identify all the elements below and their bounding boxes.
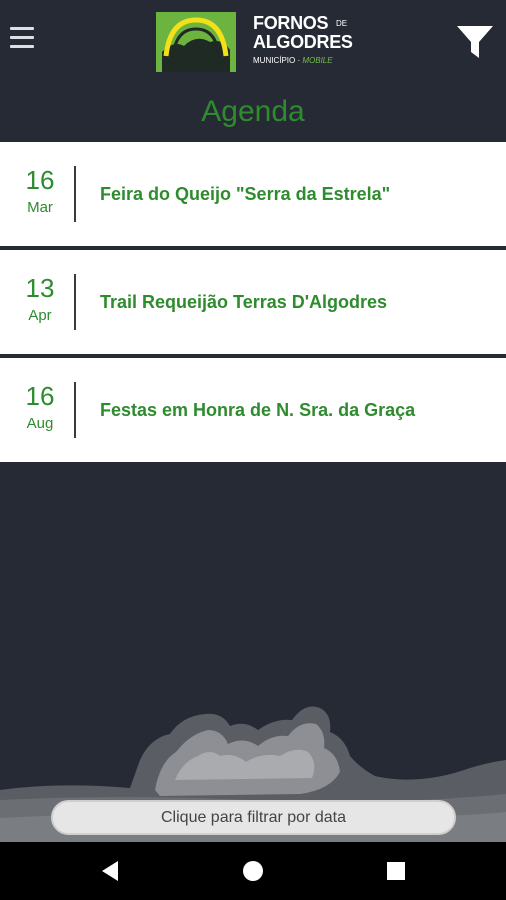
event-title: Trail Requeijão Terras D'Algodres <box>100 291 388 312</box>
android-nav-bar <box>0 842 506 900</box>
logo-text-algodres: ALGODRES <box>253 32 353 52</box>
back-button[interactable] <box>96 856 126 886</box>
recents-button[interactable] <box>381 856 411 886</box>
event-day: 16 <box>25 165 55 195</box>
date-filter-button[interactable]: Clique para filtrar por data <box>51 800 456 835</box>
recents-square-icon <box>387 862 405 880</box>
divider <box>74 166 76 222</box>
logo-arch-icon <box>156 12 236 72</box>
app-logo: FORNOS DE ALGODRES MUNICÍPIO · MOBILE <box>156 12 356 72</box>
event-date: 13 Apr <box>0 272 80 326</box>
logo-text-mobile: MOBILE <box>302 56 333 65</box>
divider <box>74 382 76 438</box>
event-title: Feira do Queijo "Serra da Estrela" <box>100 183 391 204</box>
event-day: 13 <box>25 273 55 303</box>
home-button[interactable] <box>238 856 268 886</box>
event-day: 16 <box>25 381 55 411</box>
app-header: FORNOS DE ALGODRES MUNICÍPIO · MOBILE <box>0 0 506 88</box>
logo-subtitle: MUNICÍPIO · MOBILE <box>253 56 333 65</box>
funnel-filter-icon <box>457 26 493 58</box>
event-month: Mar <box>27 199 53 216</box>
logo-text-de: DE <box>336 19 348 28</box>
hamburger-menu-icon <box>10 27 34 30</box>
logo-text-fornos: FORNOS <box>253 13 329 33</box>
event-card[interactable]: 16 Aug Festas em Honra de N. Sra. da Gra… <box>0 358 506 462</box>
hamburger-line <box>10 45 34 48</box>
event-list: 16 Mar Feira do Queijo "Serra da Estrela… <box>0 142 506 466</box>
home-circle-icon <box>243 861 263 881</box>
event-card[interactable]: 16 Mar Feira do Queijo "Serra da Estrela… <box>0 142 506 246</box>
event-date: 16 Aug <box>0 380 80 434</box>
hamburger-line <box>10 36 34 39</box>
back-triangle-icon <box>102 861 118 881</box>
page-title: Agenda <box>201 95 305 128</box>
menu-button[interactable] <box>8 24 36 52</box>
event-month: Apr <box>28 307 52 324</box>
filter-button[interactable] <box>455 22 495 62</box>
divider <box>74 274 76 330</box>
event-month: Aug <box>26 415 54 432</box>
event-date: 16 Mar <box>0 164 80 218</box>
event-card[interactable]: 13 Apr Trail Requeijão Terras D'Algodres <box>0 250 506 354</box>
event-title: Festas em Honra de N. Sra. da Graça <box>100 399 416 420</box>
logo-text-municipio: MUNICÍPIO <box>253 56 296 65</box>
